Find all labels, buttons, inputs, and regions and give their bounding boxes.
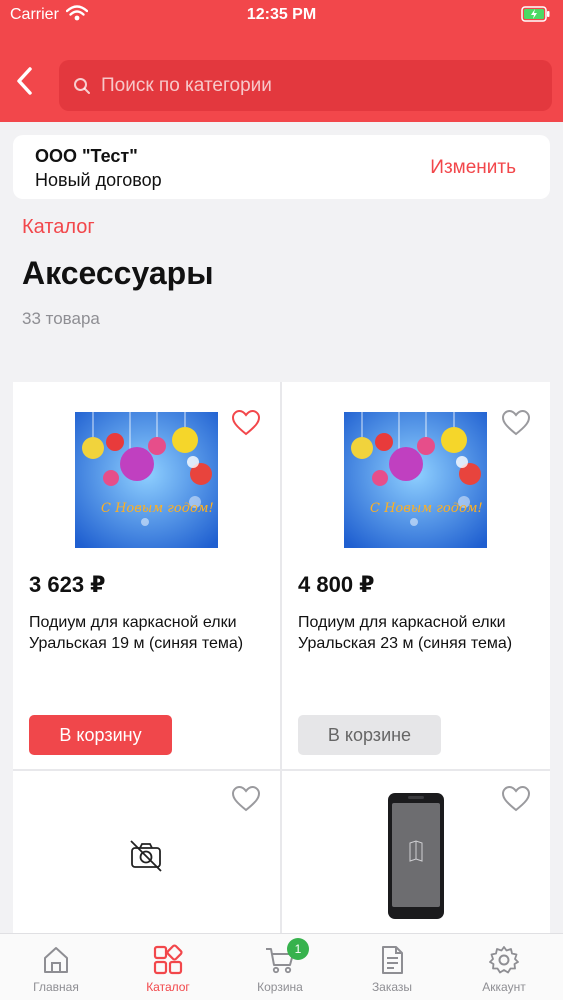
orders-icon [382, 946, 403, 974]
chevron-left-icon [17, 67, 32, 95]
tab-cart[interactable]: 1 Корзина [224, 934, 336, 1000]
search-input[interactable]: Поиск по категории [59, 60, 552, 111]
product-image [388, 793, 444, 919]
tab-bar: Главная Каталог 1 Корзина Заказы Аккаунт [0, 933, 563, 1000]
tab-label: Главная [33, 980, 79, 994]
page-title: Аксессуары [22, 255, 214, 291]
product-price: 3 623 ₽ [29, 572, 106, 597]
tab-label: Заказы [371, 980, 413, 994]
cart-badge: 1 [287, 938, 309, 960]
heart-icon[interactable] [232, 410, 260, 436]
no-photo-icon [130, 840, 162, 872]
contract-card: ООО "Тест" Новый договор Изменить [13, 135, 550, 199]
product-name: Подиум для каркасной елки Уральская 23 м… [298, 614, 513, 652]
tab-home[interactable]: Главная [0, 934, 112, 1000]
status-bar: Carrier 12:35 PM [0, 0, 563, 30]
catalog-icon [153, 944, 183, 975]
status-time: 12:35 PM [246, 6, 317, 23]
breadcrumb[interactable]: Каталог [22, 216, 95, 239]
back-button[interactable] [8, 62, 40, 100]
home-icon [44, 947, 68, 973]
search-placeholder: Поиск по категории [101, 74, 272, 96]
gear-icon [489, 946, 519, 974]
heart-icon[interactable] [502, 410, 530, 436]
image-caption: С Новым годом! [101, 501, 214, 516]
product-grid: С Новым годом! 3 623 ₽ Подиум для каркас… [13, 382, 550, 942]
tab-catalog[interactable]: Каталог [112, 934, 224, 1000]
tab-orders[interactable]: Заказы [336, 934, 448, 1000]
search-icon [74, 77, 90, 94]
product-price: 4 800 ₽ [298, 572, 375, 597]
contract-name: Новый договор [35, 170, 162, 190]
image-caption: С Новым годом! [370, 501, 483, 516]
product-card[interactable] [282, 771, 550, 942]
tab-label: Каталог [146, 980, 190, 994]
add-to-cart-button[interactable]: В корзину [29, 715, 172, 755]
product-count: 33 товара [22, 309, 100, 328]
in-cart-button[interactable]: В корзине [298, 715, 441, 755]
product-card[interactable]: С Новым годом! 4 800 ₽ Подиум для каркас… [282, 382, 550, 769]
tab-label: Корзина [257, 980, 303, 994]
product-card[interactable] [13, 771, 280, 942]
product-image: С Новым годом! [75, 412, 218, 548]
heart-icon[interactable] [232, 786, 260, 812]
product-card[interactable]: С Новым годом! 3 623 ₽ Подиум для каркас… [13, 382, 280, 769]
battery-icon [521, 6, 550, 22]
header: Carrier 12:35 PM Поиск по категории [0, 0, 563, 122]
tab-account[interactable]: Аккаунт [448, 934, 560, 1000]
change-contract-button[interactable]: Изменить [430, 157, 516, 179]
tab-label: Аккаунт [482, 980, 526, 994]
heart-icon[interactable] [502, 786, 530, 812]
product-name: Подиум для каркасной елки Уральская 19 м… [29, 614, 244, 652]
product-image: С Новым годом! [344, 412, 487, 548]
organization-name: ООО "Тест" [35, 146, 138, 166]
